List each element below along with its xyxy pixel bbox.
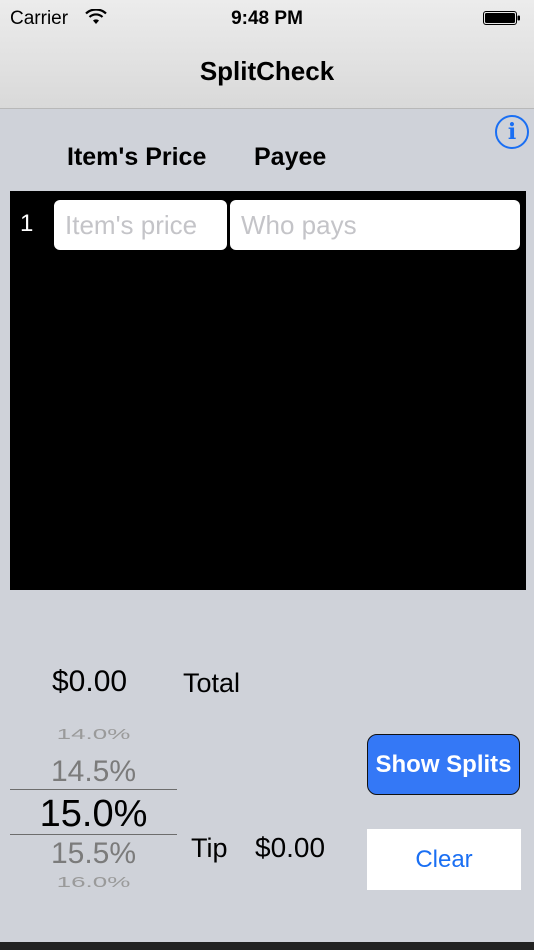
picker-option[interactable]: 15.5%	[10, 837, 177, 871]
info-icon[interactable]: i	[495, 115, 529, 149]
navigation-bar: Carrier 9:48 PM SplitCheck	[0, 0, 534, 109]
tip-percent-picker[interactable]: 14.0% 14.5% 15.0% 15.5% 16.0%	[10, 728, 177, 893]
tip-label: Tip	[191, 833, 228, 863]
picker-option[interactable]: 14.5%	[10, 755, 177, 789]
battery-icon	[483, 11, 520, 25]
header-payee: Payee	[254, 143, 327, 171]
picker-selected-option[interactable]: 15.0%	[10, 793, 177, 836]
items-table[interactable]: 1	[10, 191, 526, 590]
status-time: 9:48 PM	[231, 8, 303, 29]
tip-amount: $0.00	[255, 832, 326, 863]
show-splits-button[interactable]: Show Splits	[367, 734, 520, 795]
bottom-edge	[0, 942, 534, 950]
total-amount: $0.00	[52, 665, 128, 698]
header-item-price: Item's Price	[67, 143, 207, 171]
row-number: 1	[20, 210, 34, 237]
picker-divider	[10, 789, 177, 790]
who-pays-input[interactable]	[230, 200, 520, 250]
total-label: Total	[183, 668, 241, 698]
page-title: SplitCheck	[199, 56, 335, 86]
picker-divider	[10, 834, 177, 835]
item-price-input[interactable]	[54, 200, 227, 250]
picker-option[interactable]: 16.0%	[10, 874, 177, 891]
picker-option[interactable]: 14.0%	[10, 728, 177, 743]
clear-button[interactable]: Clear	[367, 829, 521, 890]
